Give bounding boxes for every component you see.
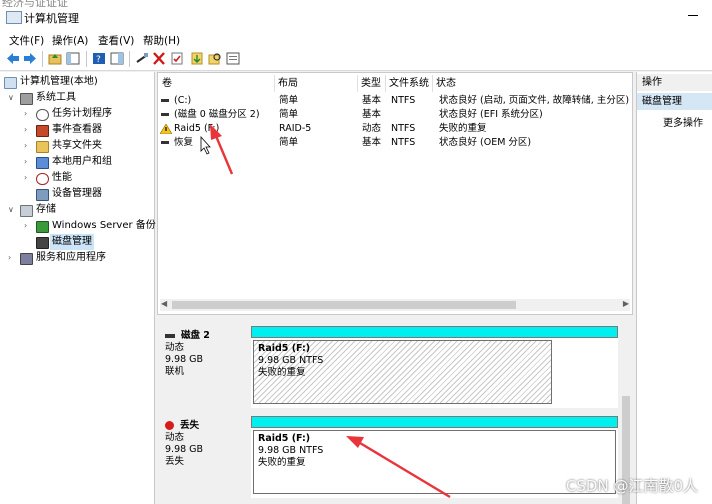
volume-icon	[161, 141, 169, 144]
computer-management-icon	[6, 11, 22, 24]
cut-off-text: 经济与证证证	[2, 0, 68, 9]
disk-management-icon	[36, 237, 49, 249]
more-actions-link[interactable]: 更多操作	[663, 114, 703, 129]
expand-icon[interactable]: ›	[24, 218, 34, 234]
svg-text:?: ?	[96, 55, 101, 65]
disk-size: 9.98 GB	[165, 354, 204, 365]
up-folder-icon[interactable]	[48, 52, 62, 65]
backup-icon	[36, 221, 49, 233]
services-icon	[20, 253, 33, 265]
menu-bar: 文件(F) 操作(A) 查看(V) 帮助(H)	[0, 30, 712, 48]
volume-list: 卷 布局 类型 文件系统 状态 (C:) 简单 基本 NTFS 状态良好 (启动…	[157, 72, 633, 315]
disk-info[interactable]: 丢失 动态 9.98 GB 丢失	[157, 414, 250, 504]
column-header-filesystem[interactable]: 文件系统	[385, 75, 433, 92]
raid5-partition[interactable]: Raid5 (F:) 9.98 GB NTFS 失败的重复	[253, 340, 552, 404]
disk-state: 丢失	[165, 456, 185, 467]
scrollbar-thumb[interactable]	[172, 301, 516, 309]
scroll-right-icon[interactable]: ▶	[623, 299, 629, 308]
disk-state: 联机	[165, 366, 185, 377]
computer-icon	[4, 77, 17, 89]
device-manager-icon	[36, 189, 49, 201]
toolbar-separator	[129, 51, 130, 67]
raid5-partition[interactable]: Raid5 (F:) 9.98 GB NTFS 失败的重复	[253, 430, 616, 494]
search-folder-icon[interactable]	[208, 52, 222, 65]
menu-file[interactable]: 文件(F)	[9, 33, 44, 48]
toolbar-separator	[42, 51, 43, 67]
performance-icon	[36, 173, 49, 185]
missing-disk-icon	[165, 421, 174, 430]
partition-title: Raid5 (F:)	[258, 343, 311, 354]
collapse-icon[interactable]: ∨	[8, 90, 18, 106]
title-bar: 经济与证证证 计算机管理	[0, 0, 712, 30]
table-row[interactable]: Raid5 (F:) RAID-5 动态 NTFS 失败的重复	[158, 122, 632, 136]
scroll-left-icon[interactable]: ◀	[161, 299, 167, 308]
check-disk-icon[interactable]	[170, 52, 184, 65]
users-icon	[36, 157, 49, 169]
disk-kind: 动态	[165, 432, 185, 443]
actions-section-disk-management[interactable]: 磁盘管理	[637, 93, 712, 110]
menu-view[interactable]: 查看(V)	[98, 33, 134, 48]
column-header-volume[interactable]: 卷	[158, 75, 275, 92]
partition-status: 失败的重复	[258, 457, 306, 468]
volume-icon	[161, 99, 169, 102]
expand-icon[interactable]: ›	[24, 138, 34, 154]
disk-partition-area: Raid5 (F:) 9.98 GB NTFS 失败的重复	[251, 326, 618, 408]
partition-header-bar	[251, 416, 618, 428]
column-header-layout[interactable]: 布局	[274, 75, 358, 92]
back-icon[interactable]	[6, 52, 20, 65]
delete-icon[interactable]	[152, 52, 166, 65]
menu-help[interactable]: 帮助(H)	[143, 33, 180, 48]
disk-kind: 动态	[165, 342, 185, 353]
import-icon[interactable]	[190, 52, 204, 65]
column-header-status[interactable]: 状态	[432, 75, 632, 92]
actions-header: 操作	[637, 74, 712, 91]
connect-icon[interactable]	[135, 52, 149, 65]
watermark: CSDN @江南散0人	[565, 477, 698, 495]
table-row[interactable]: (C:) 简单 基本 NTFS 状态良好 (启动, 页面文件, 故障转储, 主分…	[158, 94, 632, 108]
window-title: 计算机管理	[24, 12, 79, 25]
toolbar: ?	[0, 48, 712, 71]
menu-action[interactable]: 操作(A)	[52, 33, 88, 48]
partition-status: 失败的重复	[258, 367, 306, 378]
disk-map-pane: 磁盘 2 动态 9.98 GB 联机 Raid5 (F:) 9.98 GB NT…	[157, 318, 633, 504]
navigation-tree: 计算机管理(本地) ∨ 系统工具 › 任务计划程序 › 事件查看器 › 共享文件…	[0, 72, 156, 504]
show-hide-tree-icon[interactable]	[66, 52, 80, 65]
warning-volume-icon	[160, 124, 172, 134]
properties-pane-icon[interactable]	[110, 52, 124, 65]
collapse-icon[interactable]: ∨	[8, 202, 18, 218]
clock-icon	[36, 109, 49, 121]
help-icon[interactable]: ?	[92, 52, 106, 65]
console-view-icon[interactable]	[226, 52, 240, 65]
partition-title: Raid5 (F:)	[258, 433, 311, 444]
event-viewer-icon	[36, 125, 49, 137]
disk-partition-area: Raid5 (F:) 9.98 GB NTFS 失败的重复	[251, 416, 618, 498]
partition-header-bar	[251, 326, 618, 338]
table-row[interactable]: (磁盘 0 磁盘分区 2) 简单 基本 状态良好 (EFI 系统分区)	[158, 108, 632, 122]
partition-size: 9.98 GB NTFS	[258, 355, 324, 366]
expand-icon[interactable]: ›	[24, 170, 34, 186]
shared-folder-icon	[36, 141, 49, 153]
column-header-type[interactable]: 类型	[357, 75, 386, 92]
disk-size: 9.98 GB	[165, 444, 204, 455]
actions-pane: 操作 磁盘管理 更多操作	[636, 72, 712, 504]
horizontal-scrollbar[interactable]: ◀ ▶	[160, 299, 630, 311]
storage-icon	[20, 205, 33, 217]
expand-icon[interactable]: ›	[8, 250, 18, 266]
disk-info[interactable]: 磁盘 2 动态 9.98 GB 联机	[157, 324, 250, 408]
disk-name: 丢失	[180, 420, 200, 431]
expand-icon[interactable]: ›	[24, 154, 34, 170]
disk-name: 磁盘 2	[181, 330, 210, 341]
expand-icon[interactable]: ›	[24, 106, 34, 122]
expand-icon[interactable]: ›	[24, 122, 34, 138]
partition-size: 9.98 GB NTFS	[258, 445, 324, 456]
toolbar-separator	[86, 51, 87, 67]
tools-icon	[20, 93, 33, 105]
forward-icon[interactable]	[23, 52, 37, 65]
disk-icon	[165, 333, 175, 338]
minimize-button[interactable]	[688, 15, 698, 16]
table-row[interactable]: 恢复 简单 基本 NTFS 状态良好 (OEM 分区)	[158, 136, 632, 150]
volume-icon	[161, 113, 169, 116]
